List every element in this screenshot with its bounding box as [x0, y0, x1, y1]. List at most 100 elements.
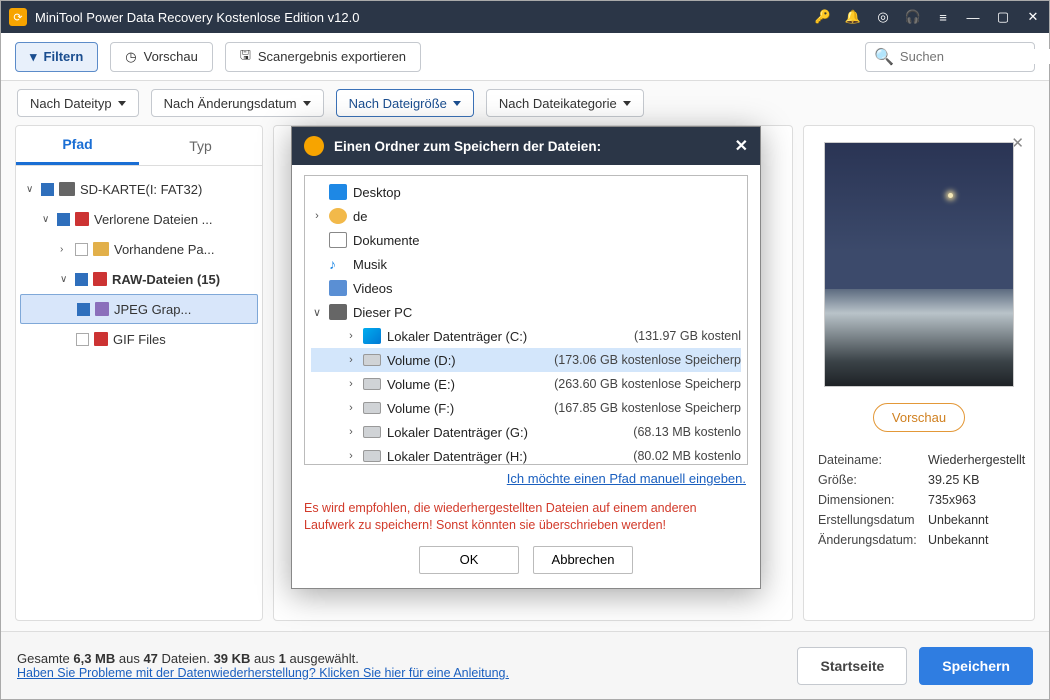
tab-type[interactable]: Typ: [139, 126, 262, 165]
dialog-header: Einen Ordner zum Speichern der Dateien: …: [292, 127, 760, 165]
save-folder-dialog: Einen Ordner zum Speichern der Dateien: …: [291, 126, 761, 589]
eye-icon: ◷: [125, 49, 136, 65]
maximize-icon[interactable]: ▢: [995, 9, 1011, 25]
close-icon[interactable]: ✕: [1025, 9, 1041, 25]
drive-icon: [363, 402, 381, 414]
dialog-actions: OK Abbrechen: [292, 542, 760, 588]
folder-music[interactable]: Musik: [311, 252, 741, 276]
titlebar: ⟳ MiniTool Power Data Recovery Kostenlos…: [1, 1, 1049, 33]
folder-videos[interactable]: Videos: [311, 276, 741, 300]
filter-by-size[interactable]: Nach Dateigröße: [336, 89, 474, 117]
funnel-icon: ▾: [30, 49, 37, 65]
manual-path-link[interactable]: Ich möchte einen Pfad manuell eingeben.: [507, 471, 746, 486]
upgrade-key-icon[interactable]: 🔑: [815, 9, 831, 25]
chevron-down-icon: [623, 101, 631, 106]
drive-row[interactable]: ›Volume (F:)(167.85 GB kostenlose Speich…: [311, 396, 741, 420]
filter-by-date[interactable]: Nach Änderungsdatum: [151, 89, 324, 117]
folder-user[interactable]: ›de: [311, 204, 741, 228]
dialog-body: Desktop ›de Dokumente Musik Videos ∨Dies…: [292, 165, 760, 494]
tree-raw[interactable]: ∨RAW-Dateien (15): [20, 264, 258, 294]
meta-filename-label: Dateiname:: [818, 453, 928, 467]
drive-icon: [363, 378, 381, 390]
app-window: ⟳ MiniTool Power Data Recovery Kostenlos…: [0, 0, 1050, 700]
drive-info: (173.06 GB kostenlose Speicherp: [554, 353, 741, 367]
dialog-logo-icon: [304, 136, 324, 156]
chevron-down-icon: [453, 101, 461, 106]
meta-size-value: 39.25 KB: [928, 473, 1020, 487]
drive-info: (80.02 MB kostenlo: [633, 449, 741, 463]
search-icon: 🔍: [874, 47, 894, 67]
filter-button[interactable]: ▾ Filtern: [15, 42, 98, 72]
ok-button[interactable]: OK: [419, 546, 519, 574]
export-button[interactable]: 🖫 Scanergebnis exportieren: [225, 42, 421, 72]
drive-label: Lokaler Datenträger (G:): [387, 425, 528, 440]
tree-lost-files[interactable]: ∨Verlorene Dateien ...: [20, 204, 258, 234]
preview-toolbar-button[interactable]: ◷ Vorschau: [110, 42, 213, 72]
folder-documents[interactable]: Dokumente: [311, 228, 741, 252]
disc-icon[interactable]: ◎: [875, 9, 891, 25]
drive-info: (131.97 GB kostenl: [634, 329, 741, 343]
preview-image: [824, 142, 1014, 387]
left-tabs: Pfad Typ: [16, 126, 262, 166]
search-box[interactable]: 🔍: [865, 42, 1035, 72]
drive-label: Volume (F:): [387, 401, 454, 416]
footer: Gesamte 6,3 MB aus 47 Dateien. 39 KB aus…: [1, 631, 1049, 699]
menu-icon[interactable]: ≡: [935, 9, 951, 25]
filter-by-type[interactable]: Nach Dateityp: [17, 89, 139, 117]
drive-row[interactable]: ›Lokaler Datenträger (G:)(68.13 MB koste…: [311, 420, 741, 444]
drive-row[interactable]: ›Lokaler Datenträger (H:)(80.02 MB koste…: [311, 444, 741, 465]
drive-info: (167.85 GB kostenlose Speicherp: [554, 401, 741, 415]
tree-existing[interactable]: ›Vorhandene Pa...: [20, 234, 258, 264]
home-button[interactable]: Startseite: [797, 647, 907, 685]
drive-row[interactable]: ›Volume (E:)(263.60 GB kostenlose Speich…: [311, 372, 741, 396]
cancel-button[interactable]: Abbrechen: [533, 546, 633, 574]
tree-gif[interactable]: GIF Files: [20, 324, 258, 354]
drive-row[interactable]: ›Lokaler Datenträger (C:)(131.97 GB kost…: [311, 324, 741, 348]
save-button[interactable]: Speichern: [919, 647, 1033, 685]
dialog-warning: Es wird empfohlen, die wiederhergestellt…: [292, 494, 760, 542]
footer-stats: Gesamte 6,3 MB aus 47 Dateien. 39 KB aus…: [17, 651, 797, 680]
file-metadata: Dateiname:Wiederhergestellt Größe:39.25 …: [814, 450, 1024, 550]
export-icon: 🖫: [240, 46, 251, 68]
drive-icon: [363, 450, 381, 462]
meta-filename-value: Wiederhergestellt: [928, 453, 1025, 467]
dialog-close-icon[interactable]: ✕: [735, 136, 748, 156]
tree-root[interactable]: ∨SD-KARTE(I: FAT32): [20, 174, 258, 204]
drive-label: Lokaler Datenträger (H:): [387, 449, 527, 464]
folder-tree[interactable]: Desktop ›de Dokumente Musik Videos ∨Dies…: [304, 175, 748, 465]
app-title: MiniTool Power Data Recovery Kostenlose …: [35, 10, 815, 25]
tree-jpeg[interactable]: JPEG Grap...: [20, 294, 258, 324]
file-tree: ∨SD-KARTE(I: FAT32) ∨Verlorene Dateien .…: [16, 166, 262, 620]
search-input[interactable]: [900, 49, 1050, 64]
chevron-down-icon: [118, 101, 126, 106]
folder-desktop[interactable]: Desktop: [311, 180, 741, 204]
meta-modified-label: Änderungsdatum:: [818, 533, 928, 547]
drive-row[interactable]: ›Volume (D:)(173.06 GB kostenlose Speich…: [311, 348, 741, 372]
meta-modified-value: Unbekannt: [928, 533, 1020, 547]
minimize-icon[interactable]: —: [965, 9, 981, 25]
meta-created-value: Unbekannt: [928, 513, 1020, 527]
bell-icon[interactable]: 🔔: [845, 9, 861, 25]
moon-icon: [948, 193, 953, 198]
meta-created-label: Erstellungsdatum: [818, 513, 928, 527]
drive-info: (263.60 GB kostenlose Speicherp: [554, 377, 741, 391]
folder-thispc[interactable]: ∨Dieser PC: [311, 300, 741, 324]
drive-info: (68.13 MB kostenlo: [633, 425, 741, 439]
titlebar-icons: 🔑 🔔 ◎ 🎧 ≡ — ▢ ✕: [815, 9, 1041, 25]
drive-icon: [363, 328, 381, 344]
tab-path[interactable]: Pfad: [16, 126, 139, 165]
meta-size-label: Größe:: [818, 473, 928, 487]
preview-button[interactable]: Vorschau: [873, 403, 965, 432]
chevron-down-icon: [303, 101, 311, 106]
help-link[interactable]: Haben Sie Probleme mit der Datenwiederhe…: [17, 666, 797, 680]
drive-label: Lokaler Datenträger (C:): [387, 329, 527, 344]
drive-label: Volume (E:): [387, 377, 455, 392]
meta-dim-value: 735x963: [928, 493, 1020, 507]
toolbar: ▾ Filtern ◷ Vorschau 🖫 Scanergebnis expo…: [1, 33, 1049, 81]
left-panel: Pfad Typ ∨SD-KARTE(I: FAT32) ∨Verlorene …: [15, 125, 263, 621]
filter-by-category[interactable]: Nach Dateikategorie: [486, 89, 644, 117]
headphones-icon[interactable]: 🎧: [905, 9, 921, 25]
filter-row: Nach Dateityp Nach Änderungsdatum Nach D…: [1, 81, 1049, 125]
meta-dim-label: Dimensionen:: [818, 493, 928, 507]
dialog-title: Einen Ordner zum Speichern der Dateien:: [334, 139, 735, 154]
